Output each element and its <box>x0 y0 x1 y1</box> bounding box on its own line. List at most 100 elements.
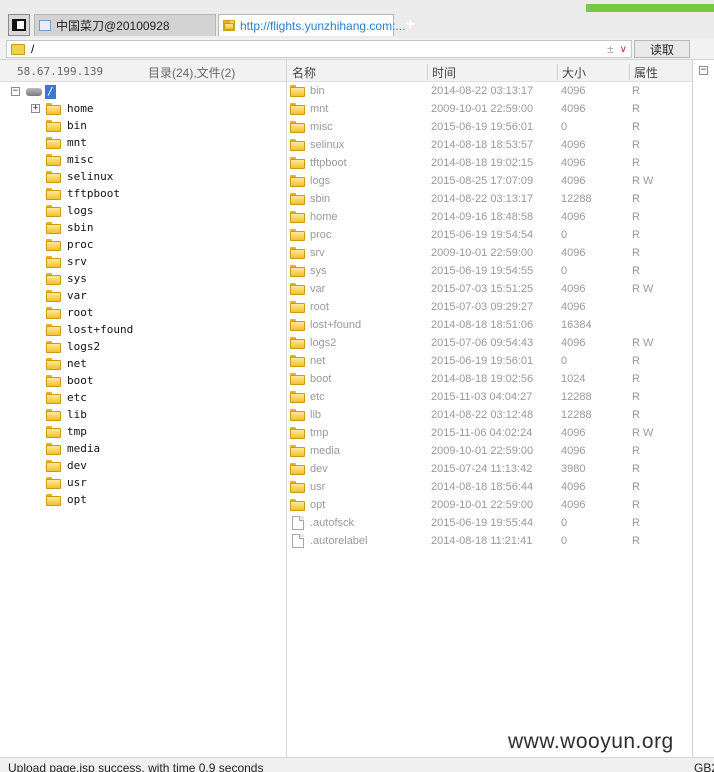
file-name: tmp <box>310 427 329 439</box>
tab-main[interactable]: 中国菜刀@20100928 <box>34 14 216 36</box>
tree-item[interactable]: lib <box>0 406 286 423</box>
folder-row[interactable]: misc 2015-06-19 19:56:01 0 R <box>287 118 692 136</box>
chevron-down-icon[interactable]: ∨ <box>620 44 627 55</box>
tree-item[interactable]: bin <box>0 117 286 134</box>
folder-icon <box>290 193 305 205</box>
tree-item[interactable]: + home <box>0 100 286 117</box>
folder-icon <box>223 20 235 31</box>
folder-row[interactable]: opt 2009-10-01 22:59:00 4096 R <box>287 496 692 514</box>
file-time: 2014-08-18 19:02:15 <box>431 157 534 169</box>
column-header-name[interactable]: 名称 <box>288 64 316 80</box>
folder-row[interactable]: lost+found 2014-08-18 18:51:06 16384 <box>287 316 692 334</box>
folder-row[interactable]: srv 2009-10-01 22:59:00 4096 R <box>287 244 692 262</box>
tree-item[interactable]: srv <box>0 253 286 270</box>
folder-row[interactable]: sys 2015-06-19 19:54:55 0 R <box>287 262 692 280</box>
folder-icon <box>290 247 305 259</box>
drive-icon <box>26 87 42 96</box>
tree-item[interactable]: tmp <box>0 423 286 440</box>
tree-header: 58.67.199.139 目录(24),文件(2) <box>0 60 286 82</box>
folder-row[interactable]: dev 2015-07-24 11:13:42 3980 R <box>287 460 692 478</box>
folder-row[interactable]: lib 2014-08-22 03:12:48 12288 R <box>287 406 692 424</box>
folder-row[interactable]: home 2014-09-16 18:48:58 4096 R <box>287 208 692 226</box>
sidebar-toggle-button[interactable] <box>8 14 30 36</box>
folder-row[interactable]: mnt 2009-10-01 22:59:00 4096 R <box>287 100 692 118</box>
file-name: opt <box>310 499 326 511</box>
expand-icon[interactable]: + <box>31 104 40 113</box>
file-name: bin <box>310 85 325 97</box>
folder-icon <box>46 204 61 217</box>
column-header-size[interactable]: 大小 <box>557 64 586 80</box>
tree-item-label: tftpboot <box>67 187 120 200</box>
plus-minus-icon[interactable]: ± <box>607 42 614 56</box>
tree-root[interactable]: − / <box>0 83 286 100</box>
column-header-attributes[interactable]: 属性 <box>629 64 658 80</box>
tree-item-label: lib <box>67 408 87 421</box>
folder-row[interactable]: root 2015-07-03 09:29:27 4096 <box>287 298 692 316</box>
read-button[interactable]: 读取 <box>634 40 690 58</box>
tree-item[interactable]: media <box>0 440 286 457</box>
tree-item[interactable]: proc <box>0 236 286 253</box>
address-bar: ± ∨ 读取 <box>0 38 714 60</box>
tree-item[interactable]: lost+found <box>0 321 286 338</box>
folder-row[interactable]: logs2 2015-07-06 09:54:43 4096 R W <box>287 334 692 352</box>
tree-root-label[interactable]: / <box>45 84 56 99</box>
file-size: 4096 <box>561 85 586 97</box>
folder-row[interactable]: media 2009-10-01 22:59:00 4096 R <box>287 442 692 460</box>
file-name: lost+found <box>310 319 362 331</box>
tree-item[interactable]: mnt <box>0 134 286 151</box>
folder-row[interactable]: bin 2014-08-22 03:13:17 4096 R <box>287 82 692 100</box>
folder-row[interactable]: var 2015-07-03 15:51:25 4096 R W <box>287 280 692 298</box>
folder-row[interactable]: boot 2014-08-18 19:02:56 1024 R <box>287 370 692 388</box>
file-name: mnt <box>310 103 329 115</box>
file-time: 2014-08-18 19:02:56 <box>431 373 534 385</box>
folder-row[interactable]: net 2015-06-19 19:56:01 0 R <box>287 352 692 370</box>
tree-item[interactable]: dev <box>0 457 286 474</box>
folder-row[interactable]: proc 2015-06-19 19:54:54 0 R <box>287 226 692 244</box>
file-name: logs2 <box>310 337 337 349</box>
path-input[interactable] <box>31 42 608 56</box>
folder-row[interactable]: usr 2014-08-18 18:56:44 4096 R <box>287 478 692 496</box>
folder-icon <box>290 229 305 241</box>
tree-item[interactable]: tftpboot <box>0 185 286 202</box>
collapse-icon[interactable]: − <box>11 87 20 96</box>
tree-item-label: sys <box>67 272 87 285</box>
folder-row[interactable]: etc 2015-11-03 04:04:27 12288 R <box>287 388 692 406</box>
tree-item[interactable]: root <box>0 304 286 321</box>
tree-item[interactable]: usr <box>0 474 286 491</box>
tree-item[interactable]: var <box>0 287 286 304</box>
file-size: 0 <box>561 535 568 547</box>
tree-item[interactable]: net <box>0 355 286 372</box>
tree-item[interactable]: logs <box>0 202 286 219</box>
tree-item-label: media <box>67 442 101 455</box>
new-tab-button[interactable]: + <box>400 14 420 36</box>
folder-icon <box>46 102 61 115</box>
file-row[interactable]: .autorelabel 2014-08-18 11:21:41 0 R <box>287 532 692 550</box>
folder-row[interactable]: selinux 2014-08-18 18:53:57 4096 R <box>287 136 692 154</box>
tree-item-label: logs <box>67 204 94 217</box>
collapse-icon[interactable]: − <box>699 66 708 75</box>
folder-row[interactable]: tftpboot 2014-08-18 19:02:15 4096 R <box>287 154 692 172</box>
tree-item[interactable]: logs2 <box>0 338 286 355</box>
folder-row[interactable]: logs 2015-08-25 17:07:09 4096 R W <box>287 172 692 190</box>
file-list-header: 名称 时间 大小 属性 <box>287 60 692 82</box>
file-attributes: R <box>632 409 640 421</box>
tab-site[interactable]: http://flights.yunzhihang.com:... <box>218 14 405 36</box>
tree-item[interactable]: misc <box>0 151 286 168</box>
folder-icon <box>46 119 61 132</box>
tree-item-label: net <box>67 357 87 370</box>
folder-row[interactable]: sbin 2014-08-22 03:13:17 12288 R <box>287 190 692 208</box>
file-row[interactable]: .autofsck 2015-06-19 19:55:44 0 R <box>287 514 692 532</box>
tree-item[interactable]: etc <box>0 389 286 406</box>
tree-item[interactable]: sbin <box>0 219 286 236</box>
folder-icon <box>46 442 61 455</box>
file-name: lib <box>310 409 322 421</box>
tree-item[interactable]: boot <box>0 372 286 389</box>
folder-row[interactable]: tmp 2015-11-06 04:02:24 4096 R W <box>287 424 692 442</box>
column-header-time[interactable]: 时间 <box>427 64 456 80</box>
folder-icon <box>46 391 61 404</box>
tree-item[interactable]: sys <box>0 270 286 287</box>
file-name: misc <box>310 121 333 133</box>
tree-item[interactable]: opt <box>0 491 286 508</box>
folder-icon <box>290 445 305 457</box>
tree-item[interactable]: selinux <box>0 168 286 185</box>
